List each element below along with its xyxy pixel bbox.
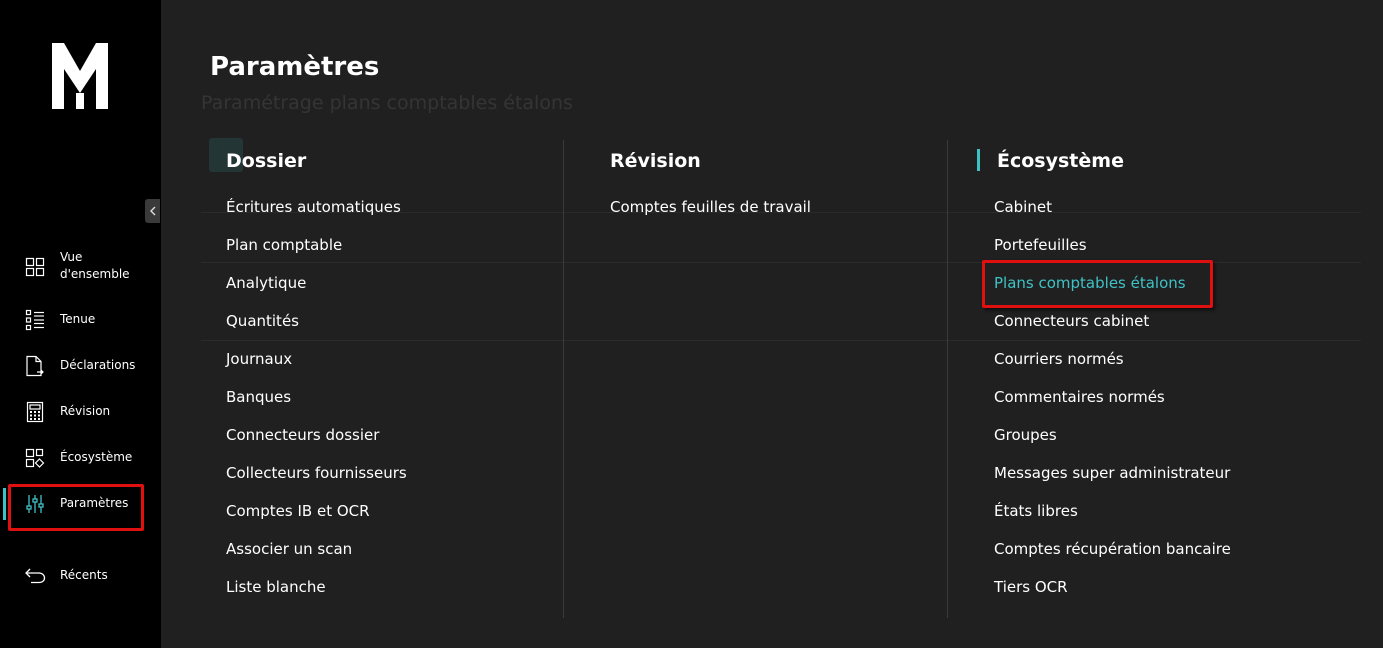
menu-item-ecritures-automatiques[interactable]: Écritures automatiques [226, 197, 401, 217]
menu-item-connecteurs-dossier[interactable]: Connecteurs dossier [226, 425, 379, 445]
menu-item-plan-comptable[interactable]: Plan comptable [226, 235, 342, 255]
menu-item-courriers-normes[interactable]: Courriers normés [994, 349, 1124, 369]
menu-item-banques[interactable]: Banques [226, 387, 291, 407]
active-column-indicator [977, 149, 980, 171]
sidebar-item-label: Révision [60, 404, 111, 418]
sidebar: Vue d'ensemble Tenue Déclarations Révisi… [0, 0, 161, 648]
menu-item-commentaires-normes[interactable]: Commentaires normés [994, 387, 1165, 407]
chevron-left-icon [149, 206, 155, 216]
menu-item-plans-comptables-etalons[interactable]: Plans comptables étalons [994, 273, 1186, 293]
sidebar-item-label: Paramètres [60, 496, 129, 510]
sidebar-item-parametres[interactable]: Paramètres [0, 488, 161, 520]
brand-logo-icon [52, 43, 108, 109]
sidebar-item-vue-ensemble[interactable]: Vue d'ensemble [0, 249, 161, 285]
sidebar-item-label: Écosystème [60, 450, 133, 464]
menu-item-messages-super-admin[interactable]: Messages super administrateur [994, 463, 1230, 483]
menu-item-cabinet[interactable]: Cabinet [994, 197, 1052, 217]
menu-item-etats-libres[interactable]: États libres [994, 501, 1078, 521]
document-icon [24, 355, 46, 377]
menu-item-journaux[interactable]: Journaux [226, 349, 292, 369]
ecosystem-icon [24, 447, 46, 469]
menu-item-quantites[interactable]: Quantités [226, 311, 299, 331]
menu-item-collecteurs-fournisseurs[interactable]: Collecteurs fournisseurs [226, 463, 407, 483]
page-title: Paramètres [210, 52, 380, 82]
menu-item-tiers-ocr[interactable]: Tiers OCR [994, 577, 1068, 597]
sidebar-item-label: Tenue [60, 312, 96, 326]
grid-icon [24, 256, 46, 278]
menu-item-comptes-feuilles-travail[interactable]: Comptes feuilles de travail [610, 197, 811, 217]
column-title-ecosysteme: Écosystème [997, 150, 1124, 172]
sidebar-item-revision[interactable]: Révision [0, 399, 161, 425]
sidebar-item-label: Déclarations [60, 358, 136, 372]
menu-item-connecteurs-cabinet[interactable]: Connecteurs cabinet [994, 311, 1149, 331]
menu-item-comptes-recuperation-bancaire[interactable]: Comptes récupération bancaire [994, 539, 1231, 559]
menu-item-analytique[interactable]: Analytique [226, 273, 306, 293]
column-title-dossier: Dossier [226, 150, 307, 172]
sidebar-item-label: Vue d'ensemble [60, 250, 130, 281]
list-icon [24, 309, 46, 331]
sliders-icon [24, 493, 46, 515]
menu-item-liste-blanche[interactable]: Liste blanche [226, 577, 326, 597]
column-title-revision: Révision [610, 150, 701, 172]
sidebar-item-recents[interactable]: Récents [0, 562, 161, 588]
background-subtitle: Paramétrage plans comptables étalons [201, 92, 573, 114]
sidebar-item-declarations[interactable]: Déclarations [0, 353, 161, 379]
undo-arrow-icon [24, 564, 46, 586]
sidebar-collapse-button[interactable] [145, 199, 160, 223]
sidebar-item-label: Récents [60, 568, 108, 582]
sidebar-item-tenue[interactable]: Tenue [0, 308, 161, 332]
calculator-icon [24, 401, 46, 423]
menu-item-associer-scan[interactable]: Associer un scan [226, 539, 352, 559]
sidebar-item-ecosysteme[interactable]: Écosystème [0, 445, 161, 471]
menu-item-comptes-ib-ocr[interactable]: Comptes IB et OCR [226, 501, 370, 521]
menu-item-groupes[interactable]: Groupes [994, 425, 1057, 445]
menu-item-portefeuilles[interactable]: Portefeuilles [994, 235, 1087, 255]
